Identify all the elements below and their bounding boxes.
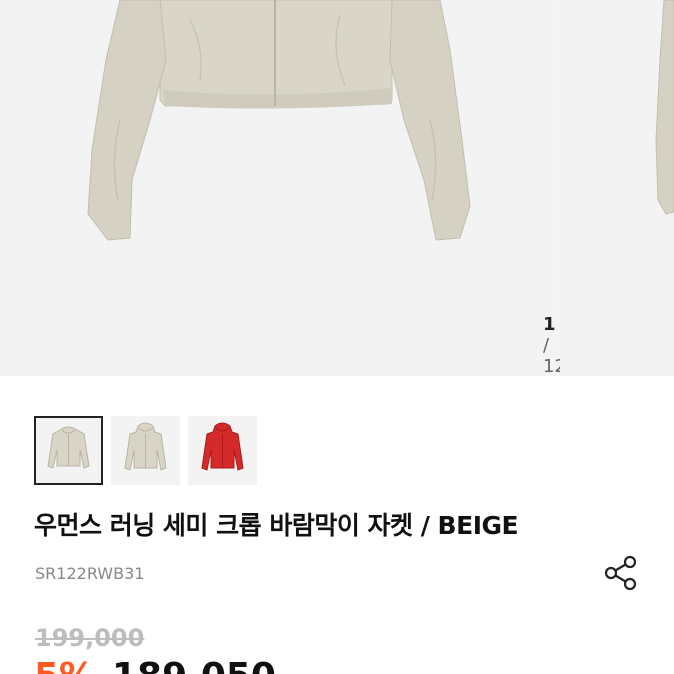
product-title: 우먼스 러닝 세미 크롭 바람막이 자켓 / BEIGE [34, 511, 519, 540]
thumbnail-beige-front[interactable] [34, 416, 103, 485]
product-code: SR122RWB31 [35, 564, 145, 583]
image-gallery[interactable]: 1 / 12 [0, 0, 674, 376]
thumbnail-strip [34, 416, 257, 485]
product-image-next[interactable] [560, 0, 674, 376]
sale-price: 189,050 [112, 656, 276, 674]
image-counter-current: 1 [543, 314, 556, 335]
image-counter-separator: / [543, 335, 550, 356]
thumbnail-red[interactable] [188, 416, 257, 485]
jacket-image-partial [655, 0, 674, 215]
jacket-thumbnail-icon [201, 422, 244, 471]
jacket-image [87, 0, 471, 241]
jacket-thumbnail-icon [47, 426, 90, 469]
thumbnail-beige-hood[interactable] [111, 416, 180, 485]
jacket-thumbnail-icon [124, 422, 167, 471]
discount-rate: 5% [34, 656, 95, 674]
product-image-main[interactable]: 1 / 12 [0, 0, 637, 376]
share-icon[interactable] [603, 554, 639, 592]
original-price: 199,000 [35, 624, 145, 652]
